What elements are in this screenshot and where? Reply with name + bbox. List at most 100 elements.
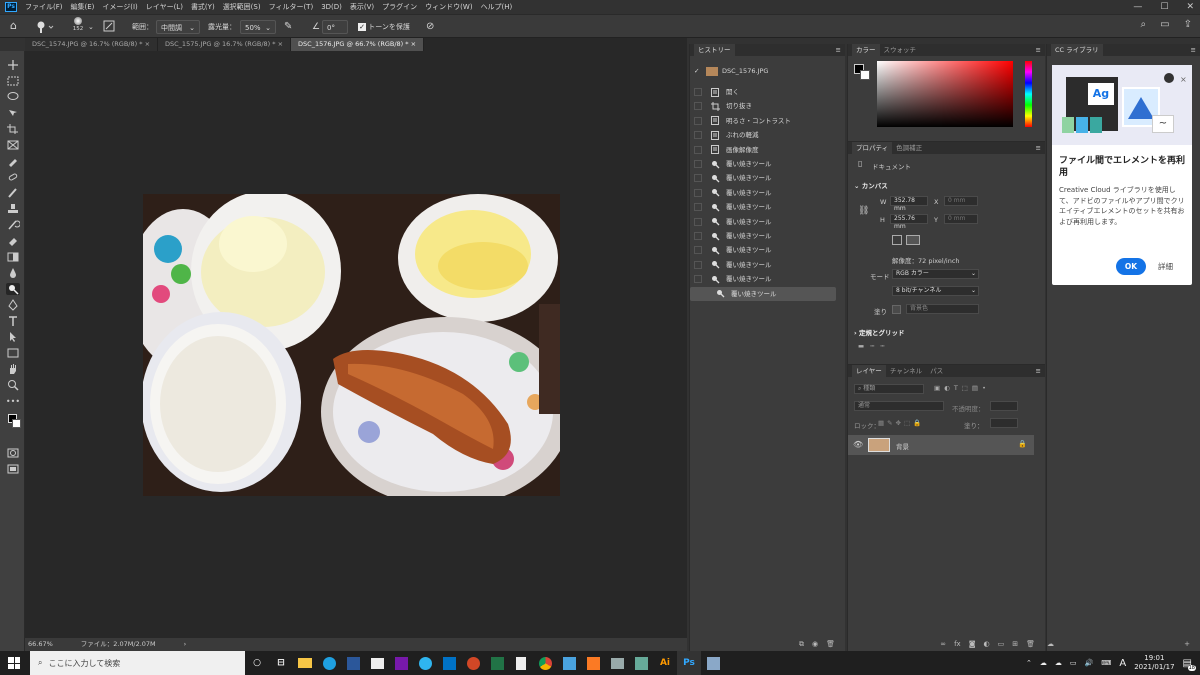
chrome-icon[interactable] [533, 651, 557, 675]
quick-select-tool-icon[interactable] [6, 107, 20, 119]
ime-indicator[interactable]: A [1119, 658, 1126, 669]
close-icon[interactable]: × [1180, 75, 1187, 84]
taskbar-search-box[interactable]: ⌕ ここに入力して検索 [30, 651, 245, 675]
history-brush-source-checkbox[interactable] [694, 232, 702, 240]
history-item[interactable]: 覆い焼きツール [690, 286, 836, 301]
new-layer-icon[interactable]: ⊞ [1012, 640, 1018, 648]
history-item[interactable]: 覆い焼きツール [690, 229, 836, 243]
link-layers-icon[interactable]: ∞ [940, 640, 946, 648]
menu-filter[interactable]: フィルター(T) [265, 2, 318, 12]
menu-3d[interactable]: 3D(D) [317, 3, 346, 11]
crop-tool-icon[interactable] [6, 123, 20, 135]
path-select-tool-icon[interactable] [6, 331, 20, 343]
menu-plugins[interactable]: プラグイン [378, 2, 421, 12]
close-icon[interactable]: × [278, 40, 283, 48]
group-icon[interactable]: ▭ [998, 640, 1005, 648]
layer-filter-select[interactable]: ⌕ 種類 [854, 384, 924, 394]
history-brush-source-checkbox[interactable] [694, 145, 702, 154]
menu-view[interactable]: 表示(V) [346, 2, 378, 12]
adjustment-layer-icon[interactable]: ◐ [984, 640, 990, 648]
minimize-button[interactable]: — [1133, 0, 1142, 14]
range-select[interactable]: 中間調 ⌄ [156, 20, 200, 34]
windows-start-icon[interactable] [8, 657, 20, 669]
canvas-height-input[interactable]: 255.76 mm [890, 214, 928, 230]
tab-channels[interactable]: チャンネル [886, 365, 926, 377]
tab-dsc-1576[interactable]: DSC_1576.JPG @ 66.7% (RGB/8) * × [291, 38, 425, 51]
maximize-button[interactable]: ☐ [1160, 0, 1168, 14]
exposure-input[interactable]: 50% ⌄ [240, 20, 276, 34]
tab-cc-libraries[interactable]: CC ライブラリ [1051, 44, 1103, 56]
portrait-orientation-icon[interactable] [892, 235, 902, 245]
clock[interactable]: 19:01 2021/01/17 [1134, 654, 1174, 672]
menu-layer[interactable]: レイヤー(L) [142, 2, 187, 12]
new-document-from-state-icon[interactable]: ⧉ [799, 640, 804, 649]
eyedropper-tool-icon[interactable] [6, 155, 20, 167]
tab-layers[interactable]: レイヤー [852, 365, 886, 377]
history-brush-source-checkbox[interactable] [694, 116, 702, 125]
history-brush-source-checkbox[interactable] [694, 88, 702, 96]
panel-menu-icon[interactable]: ≡ [836, 44, 845, 56]
menu-type[interactable]: 書式(Y) [187, 2, 219, 12]
bit-depth-select[interactable]: 8 bit/チャンネル ⌄ [892, 286, 979, 296]
hue-slider[interactable] [1025, 61, 1032, 127]
file-explorer-icon[interactable] [293, 651, 317, 675]
volume-icon[interactable]: 🔊 [1085, 659, 1094, 667]
protect-tones-checkbox[interactable]: ✓ トーンを保護 [358, 20, 410, 34]
history-brush-tool-icon[interactable] [6, 219, 20, 231]
menu-select[interactable]: 選択範囲(S) [219, 2, 265, 12]
history-brush-source-checkbox[interactable] [694, 160, 702, 168]
layer-filter-icons[interactable]: ▣◐T⬚▤• [934, 384, 990, 392]
eraser-tool-icon[interactable] [6, 235, 20, 247]
history-item[interactable]: 覆い焼きツール [690, 200, 836, 214]
onenote-icon[interactable] [389, 651, 413, 675]
word-icon[interactable] [341, 651, 365, 675]
history-item[interactable]: 明るさ・コントラスト [690, 114, 836, 128]
lasso-tool-icon[interactable] [6, 91, 20, 103]
tab-properties[interactable]: プロパティ [852, 142, 893, 154]
history-item[interactable]: 覆い焼きツール [690, 171, 836, 185]
history-item[interactable]: 覆い焼きツール [690, 186, 836, 200]
more-tools-icon[interactable]: ••• [6, 395, 20, 407]
menu-edit[interactable]: 編集(E) [67, 2, 99, 12]
close-button[interactable]: ✕ [1186, 0, 1194, 14]
rulers-grid-header[interactable]: › 定規とグリッド [854, 327, 904, 337]
history-brush-source-checkbox[interactable] [694, 217, 702, 226]
ok-button[interactable]: OK [1116, 258, 1146, 275]
angle-input[interactable]: 0° [322, 20, 348, 34]
tab-dsc-1574[interactable]: DSC_1574.JPG @ 16.7% (RGB/8) * × [25, 38, 159, 51]
history-item[interactable]: 覆い焼きツール [690, 243, 836, 257]
airbrush-icon[interactable]: ✎ [284, 20, 292, 34]
paint-app-icon[interactable] [557, 651, 581, 675]
blend-mode-select[interactable]: 通常 [854, 401, 944, 411]
fill-input[interactable] [990, 418, 1018, 428]
lock-icon[interactable]: 🔒 [1018, 440, 1027, 448]
history-item[interactable]: 覆い焼きツール [690, 215, 836, 229]
background-color-swatch[interactable] [860, 70, 870, 80]
camera-icon[interactable]: ◉ [812, 640, 818, 648]
share-icon[interactable]: ⇪ [1184, 19, 1192, 30]
fx-icon[interactable]: fx [954, 640, 961, 648]
frame-tool-icon[interactable] [6, 139, 20, 151]
media-app-icon[interactable] [629, 651, 653, 675]
excel-icon[interactable] [485, 651, 509, 675]
history-brush-source-checkbox[interactable] [694, 188, 702, 197]
task-view-icon[interactable]: ⊟ [269, 651, 293, 675]
tab-color[interactable]: カラー [852, 44, 880, 56]
layer-name[interactable]: 背景 [896, 441, 909, 451]
opacity-input[interactable] [990, 401, 1018, 411]
cloud-icon[interactable]: ☁ [1055, 659, 1062, 667]
zoom-tool-icon[interactable] [6, 379, 20, 391]
pen-tool-icon[interactable] [6, 299, 20, 311]
canvas-width-input[interactable]: 352.78 mm [890, 196, 928, 212]
cloud-icon[interactable]: ☁ [1047, 640, 1054, 648]
ruler-unit-icons[interactable]: ▬ ┅ ┅ [858, 342, 884, 350]
fill-color-swatch[interactable] [892, 305, 901, 314]
history-brush-source-checkbox[interactable] [699, 289, 707, 298]
ie-icon[interactable] [413, 651, 437, 675]
home-icon[interactable]: ⌂ [10, 20, 17, 34]
panel-menu-icon[interactable]: ≡ [1036, 365, 1045, 377]
panel-menu-icon[interactable]: ≡ [1036, 142, 1045, 154]
onedrive-icon[interactable]: ☁ [1040, 659, 1047, 667]
trash-icon[interactable]: 🗑 [826, 640, 835, 648]
network-icon[interactable]: ▭ [1070, 659, 1077, 667]
